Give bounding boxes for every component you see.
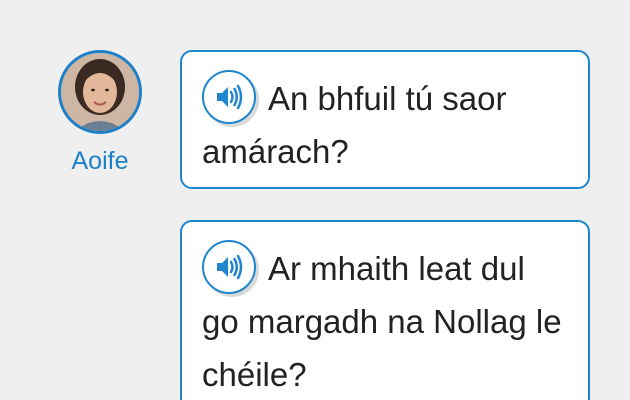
message-bubble: Ar mhaith leat dul go margadh na Nollag … (180, 220, 590, 400)
speaker-icon (217, 254, 243, 280)
play-audio-button[interactable] (202, 240, 256, 294)
play-audio-button[interactable] (202, 70, 256, 124)
speaker-block: Aoife (56, 50, 144, 175)
message-text: Ar mhaith leat dul go margadh na Nollag … (202, 250, 562, 393)
conversation-view: Aoife An bhfuil tú saor amárach? Ar mhai… (0, 0, 630, 400)
speaker-name: Aoife (71, 147, 129, 175)
avatar (58, 50, 142, 134)
speaker-icon (217, 84, 243, 110)
message-bubble: An bhfuil tú saor amárach? (180, 50, 590, 189)
